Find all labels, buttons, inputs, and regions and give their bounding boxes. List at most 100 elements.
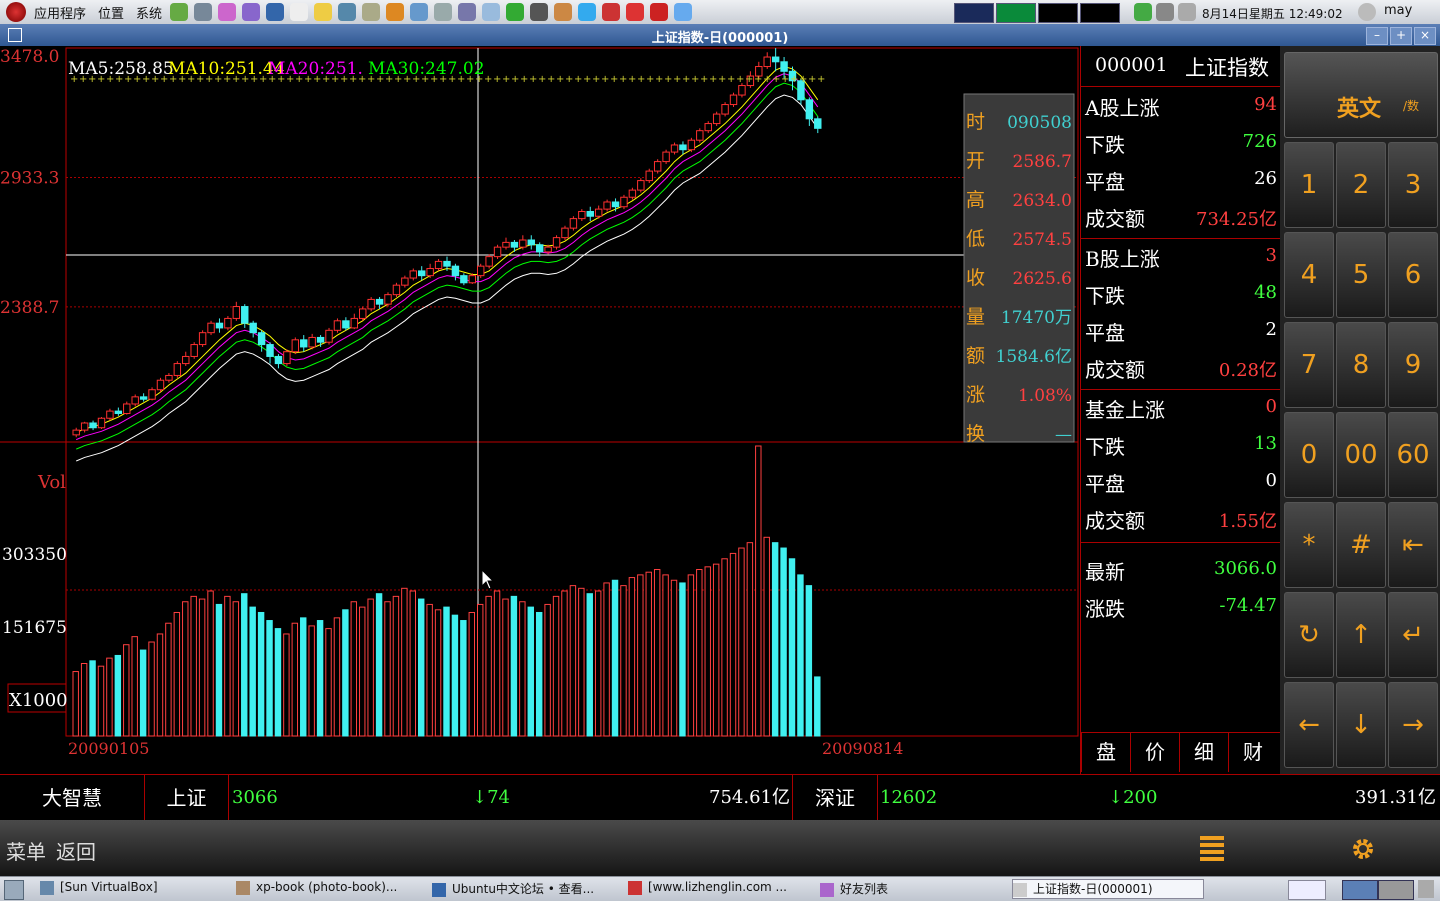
panel-tab[interactable]: 细 [1179, 732, 1228, 772]
power-icon[interactable] [1358, 3, 1376, 21]
keypad-key[interactable]: ⇤ [1388, 502, 1438, 588]
user-name[interactable]: may [1384, 3, 1412, 18]
keypad-key[interactable]: 0 [1284, 412, 1334, 498]
keypad-key[interactable]: # [1336, 502, 1386, 588]
keypad-key[interactable]: 2 [1336, 142, 1386, 228]
keypad-key[interactable]: 6 [1388, 232, 1438, 318]
network-icon[interactable] [1156, 3, 1174, 21]
panel-tab[interactable]: 价 [1130, 732, 1179, 772]
taskbar-button[interactable]: [www.lizhenglin.com ... [628, 880, 814, 895]
keypad-key[interactable]: 9 [1388, 322, 1438, 408]
menu-button[interactable]: 菜单 [6, 836, 46, 865]
globe-icon[interactable] [266, 3, 284, 21]
keypad-key[interactable]: 3 [1388, 142, 1438, 228]
volume-bar [409, 590, 417, 737]
signal-marker: + [538, 74, 546, 85]
candle-body [704, 123, 712, 132]
volume-bar [106, 657, 113, 737]
list-icon[interactable] [1200, 836, 1224, 861]
panel-tab[interactable]: 盘 [1081, 732, 1130, 772]
people-icon[interactable] [362, 3, 380, 21]
workspace-1[interactable] [1342, 880, 1378, 900]
update-icon[interactable] [1134, 3, 1152, 21]
clock[interactable]: 8月14日星期五 12:49:02 [1202, 5, 1343, 22]
taskbar-button[interactable]: [Sun VirtualBox] [40, 880, 230, 895]
stat-value: 1.55亿 [1218, 511, 1277, 532]
close-button[interactable]: × [1414, 27, 1436, 45]
keypad-key[interactable]: ↵ [1388, 592, 1438, 678]
balloon-icon[interactable] [410, 3, 428, 21]
candle-body [611, 201, 620, 208]
paint-icon[interactable] [218, 3, 236, 21]
qq-icon[interactable] [602, 3, 620, 21]
input-mode-toggle[interactable]: 英文 /数 [1284, 52, 1438, 138]
network-tools-icon[interactable] [434, 3, 452, 21]
taskbar-button[interactable]: 上证指数-日(000001) [1012, 879, 1204, 899]
trash-icon[interactable] [1418, 880, 1434, 898]
keypad-key[interactable]: 60 [1388, 412, 1438, 498]
keypad-key[interactable]: 00 [1336, 412, 1386, 498]
signal-marker: + [664, 74, 672, 85]
skype-icon[interactable] [578, 3, 596, 21]
battery-icon[interactable] [1178, 3, 1196, 21]
disk-icon[interactable] [290, 3, 308, 21]
signal-marker: + [727, 74, 735, 85]
signal-marker: + [250, 74, 258, 85]
stock-chart[interactable]: 3478.02933.32388.7MA5:258.85MA10:251.44M… [0, 46, 1080, 774]
signal-marker: + [358, 74, 366, 85]
chart-icon[interactable] [506, 3, 524, 21]
keypad-key[interactable]: ↓ [1336, 682, 1386, 768]
keyboard-layout-icon[interactable] [1288, 880, 1326, 900]
basketball-icon[interactable] [386, 3, 404, 21]
filezilla-icon[interactable] [650, 3, 668, 21]
ubuntu-logo-icon[interactable] [6, 2, 26, 22]
terminal-icon[interactable] [170, 3, 188, 21]
keypad-key[interactable]: 4 [1284, 232, 1334, 318]
maximize-button[interactable]: + [1390, 27, 1412, 45]
cube-icon[interactable] [482, 3, 500, 21]
minimize-button[interactable]: – [1366, 27, 1388, 45]
back-button[interactable]: 返回 [56, 836, 96, 865]
menu-places[interactable]: 位置 [98, 3, 124, 22]
help-icon[interactable] [674, 3, 692, 21]
candle-body [552, 237, 561, 248]
keypad-key[interactable]: 8 [1336, 322, 1386, 408]
keypad-key[interactable]: 1 [1284, 142, 1334, 228]
volume-bar [561, 590, 568, 737]
window-title-bar[interactable]: 上证指数-日(000001) – + × [0, 24, 1440, 46]
volume-bar [232, 601, 240, 737]
keypad-key[interactable]: 7 [1284, 322, 1334, 408]
candle-body [645, 170, 653, 182]
menu-applications[interactable]: 应用程序 [34, 3, 86, 22]
keypad-key[interactable]: → [1388, 682, 1438, 768]
sz-label[interactable]: 深证 [792, 775, 878, 821]
signal-marker: + [709, 74, 717, 85]
keypad-key[interactable]: ↻ [1284, 592, 1334, 678]
sh-label[interactable]: 上证 [145, 775, 229, 821]
panel-tab[interactable]: 财 [1228, 732, 1277, 772]
volume-bar [451, 614, 459, 737]
brand-label[interactable]: 大智慧 [0, 775, 145, 821]
keypad-key[interactable]: ↑ [1336, 592, 1386, 678]
camera-icon[interactable] [194, 3, 212, 21]
keypad-key[interactable]: ← [1284, 682, 1334, 768]
workspace-2[interactable] [1378, 880, 1414, 900]
menu-system[interactable]: 系统 [136, 3, 162, 22]
bug-icon[interactable] [554, 3, 572, 21]
keypad-key[interactable]: * [1284, 502, 1334, 588]
taskbar-button[interactable]: xp-book (photo-book)... [236, 880, 422, 895]
stat-row: 下跌 726 [1085, 129, 1277, 159]
show-desktop-icon[interactable] [4, 880, 24, 900]
keypad-key[interactable]: 5 [1336, 232, 1386, 318]
pidgin-icon[interactable] [242, 3, 260, 21]
settings-gear-icon[interactable] [1350, 836, 1376, 862]
taskbar-button[interactable]: Ubuntu中文论坛 • 查看... [432, 880, 618, 897]
opera-icon[interactable] [626, 3, 644, 21]
notes-icon[interactable] [314, 3, 332, 21]
printer-icon[interactable] [458, 3, 476, 21]
taskbar-button[interactable]: 好友列表 [820, 880, 1000, 897]
volume-bar [586, 593, 593, 737]
stat-row: 成交额 0.28亿 [1085, 354, 1277, 384]
console-icon[interactable] [530, 3, 548, 21]
document-icon[interactable] [338, 3, 356, 21]
